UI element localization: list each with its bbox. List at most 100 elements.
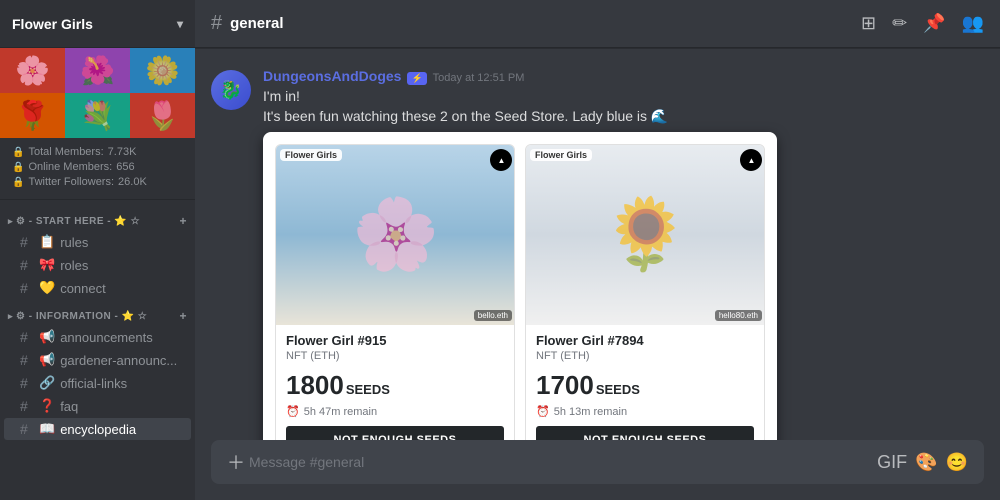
hash-icon: # — [20, 398, 34, 414]
channel-roles-label: roles — [60, 258, 88, 273]
channel-title: general — [230, 15, 283, 32]
server-stats: 🔒 Total Members: 7.73K 🔒 Online Members:… — [0, 138, 195, 200]
channel-connect[interactable]: # 💛 connect — [4, 277, 191, 299]
nft-price-unit-1: SEEDS — [346, 382, 390, 397]
pin-icon[interactable]: 📌 — [923, 13, 945, 34]
sticker-icon[interactable]: 🎨 — [915, 452, 937, 473]
nft-badge-2: Flower Girls — [530, 149, 592, 161]
message-input-area: ＋ GIF 🎨 😊 — [195, 440, 1000, 500]
hash-icon: # — [20, 329, 34, 345]
nft-timer-2: ⏰ 5h 13m remain — [536, 405, 754, 418]
timestamp-dungeons: Today at 12:51 PM — [433, 72, 525, 84]
channel-announcements[interactable]: # 📢 announcements — [4, 326, 191, 348]
threads-icon[interactable]: ⊞ — [861, 13, 876, 34]
nft-card-1: 🌸 Flower Girls ▲ bello.eth Flower Girl #… — [275, 144, 515, 440]
nft-price-unit-2: SEEDS — [596, 382, 640, 397]
hash-icon: # — [20, 234, 34, 250]
category-information[interactable]: ▸ ⚙ - INFORMATION - ⭐ ☆ + — [0, 305, 195, 325]
messages-area: 🐉 DungeonsAndDoges ⚡ Today at 12:51 PM I… — [195, 48, 1000, 440]
category-icons: + — [179, 214, 187, 228]
category-label: ⚙ - START HERE - ⭐ ☆ — [16, 216, 140, 227]
channel-rules-label: rules — [60, 235, 88, 250]
links-emoji: 🔗 — [39, 375, 55, 391]
faq-emoji: ❓ — [39, 398, 55, 414]
username-dungeons: DungeonsAndDoges — [263, 68, 401, 84]
nft-subtitle-1: NFT (ETH) — [286, 350, 504, 362]
nft-timer-text-2: 5h 13m remain — [554, 406, 627, 418]
total-members-value: 7.73K — [108, 146, 137, 158]
nft-timer-text-1: 5h 47m remain — [304, 406, 377, 418]
twitter-followers-label: Twitter Followers: — [28, 176, 114, 188]
nft-price-number-2: 1700 — [536, 370, 594, 401]
nft-price-row-2: 1700 SEEDS — [536, 370, 754, 401]
encyclopedia-emoji: 📖 — [39, 421, 55, 437]
total-members-label: Total Members: — [28, 146, 103, 158]
nft-card-2: 🌻 Flower Girls ▲ hello80.eth Flower Girl… — [525, 144, 765, 440]
hash-icon: # — [20, 421, 34, 437]
twitter-followers-value: 26.0K — [118, 176, 147, 188]
nft-buy-button-1[interactable]: NOT ENOUGH SEEDS — [286, 426, 504, 440]
banner-cell-1: 🌸 — [0, 48, 65, 93]
nft-watermark-1: bello.eth — [474, 310, 512, 321]
channel-announcements-label: announcements — [60, 330, 153, 345]
stat-total-members: 🔒 Total Members: 7.73K — [12, 146, 183, 158]
announcements-emoji: 📢 — [39, 329, 55, 345]
nft-image-1: 🌸 Flower Girls ▲ bello.eth — [276, 145, 515, 325]
channel-roles[interactable]: # 🎀 roles — [4, 254, 191, 276]
nft-subtitle-2: NFT (ETH) — [536, 350, 754, 362]
nft-price-row-1: 1800 SEEDS — [286, 370, 504, 401]
gardener-emoji: 📢 — [39, 352, 55, 368]
dungeons-badge: ⚡ — [407, 72, 426, 85]
channel-header: # general ⊞ ✏ 📌 👥 — [195, 0, 1000, 48]
edit-icon[interactable]: ✏ — [892, 13, 907, 34]
banner-cell-6: 🌷 — [130, 93, 195, 138]
nft-embed: 🌸 Flower Girls ▲ bello.eth Flower Girl #… — [263, 132, 777, 440]
message-content-dungeons: DungeonsAndDoges ⚡ Today at 12:51 PM I'm… — [263, 68, 984, 440]
chevron-down-icon: ▾ — [177, 17, 183, 31]
message-input[interactable] — [249, 454, 873, 470]
category-icons: + — [179, 309, 187, 323]
nft-info-1: Flower Girl #915 NFT (ETH) 1800 SEEDS ⏰ … — [276, 325, 514, 440]
channel-hash-icon: # — [211, 12, 222, 35]
avatar-dungeons: 🐉 — [211, 70, 251, 110]
gif-icon[interactable]: GIF — [877, 452, 907, 473]
hash-icon: # — [20, 352, 34, 368]
channel-encyclopedia[interactable]: # 📖 encyclopedia — [4, 418, 191, 440]
channel-gardener-announcements[interactable]: # 📢 gardener-announc... — [4, 349, 191, 371]
hash-icon: # — [20, 280, 34, 296]
nft-watermark-2: hello80.eth — [715, 310, 762, 321]
nft-info-2: Flower Girl #7894 NFT (ETH) 1700 SEEDS ⏰… — [526, 325, 764, 440]
banner-cell-5: 💐 — [65, 93, 130, 138]
stat-online-members: 🔒 Online Members: 656 — [12, 161, 183, 173]
message-input-box: ＋ GIF 🎨 😊 — [211, 440, 984, 484]
banner-cell-2: 🌺 — [65, 48, 130, 93]
channel-faq[interactable]: # ❓ faq — [4, 395, 191, 417]
stat-twitter: 🔒 Twitter Followers: 26.0K — [12, 176, 183, 188]
channel-gardener-label: gardener-announc... — [60, 353, 177, 368]
channel-connect-label: connect — [60, 281, 106, 296]
nft-timer-1: ⏰ 5h 47m remain — [286, 405, 504, 418]
channel-rules[interactable]: # 📋 rules — [4, 231, 191, 253]
nft-buy-button-2[interactable]: NOT ENOUGH SEEDS — [536, 426, 754, 440]
nft-title-2: Flower Girl #7894 — [536, 333, 754, 348]
message-text-dungeons-line2: It's been fun watching these 2 on the Se… — [263, 107, 984, 127]
server-banner: 🌸 🌺 🌼 🌹 💐 🌷 — [0, 48, 195, 138]
roles-emoji: 🎀 — [39, 257, 55, 273]
header-actions: ⊞ ✏ 📌 👥 — [861, 13, 984, 34]
server-header[interactable]: Flower Girls ▾ — [0, 0, 195, 48]
category-start-here[interactable]: ▸ ⚙ - START HERE - ⭐ ☆ + — [0, 210, 195, 230]
channels-list: ▸ ⚙ - START HERE - ⭐ ☆ + # 📋 rules # 🎀 r… — [0, 200, 195, 500]
main-content: # general ⊞ ✏ 📌 👥 🐉 DungeonsAndDoges ⚡ T… — [195, 0, 1000, 500]
banner-cell-3: 🌼 — [130, 48, 195, 93]
hash-icon: # — [20, 257, 34, 273]
channel-faq-label: faq — [60, 399, 78, 414]
emoji-icon[interactable]: 😊 — [946, 452, 968, 473]
nft-title-1: Flower Girl #915 — [286, 333, 504, 348]
banner-grid: 🌸 🌺 🌼 🌹 💐 🌷 — [0, 48, 195, 138]
add-attachment-icon[interactable]: ＋ — [227, 449, 245, 475]
members-icon[interactable]: 👥 — [962, 13, 984, 34]
clock-icon-2: ⏰ — [536, 405, 550, 418]
twitter-icon: 🔒 — [12, 177, 24, 188]
nft-bg-2: 🌻 — [526, 145, 765, 325]
channel-official-links[interactable]: # 🔗 official-links — [4, 372, 191, 394]
